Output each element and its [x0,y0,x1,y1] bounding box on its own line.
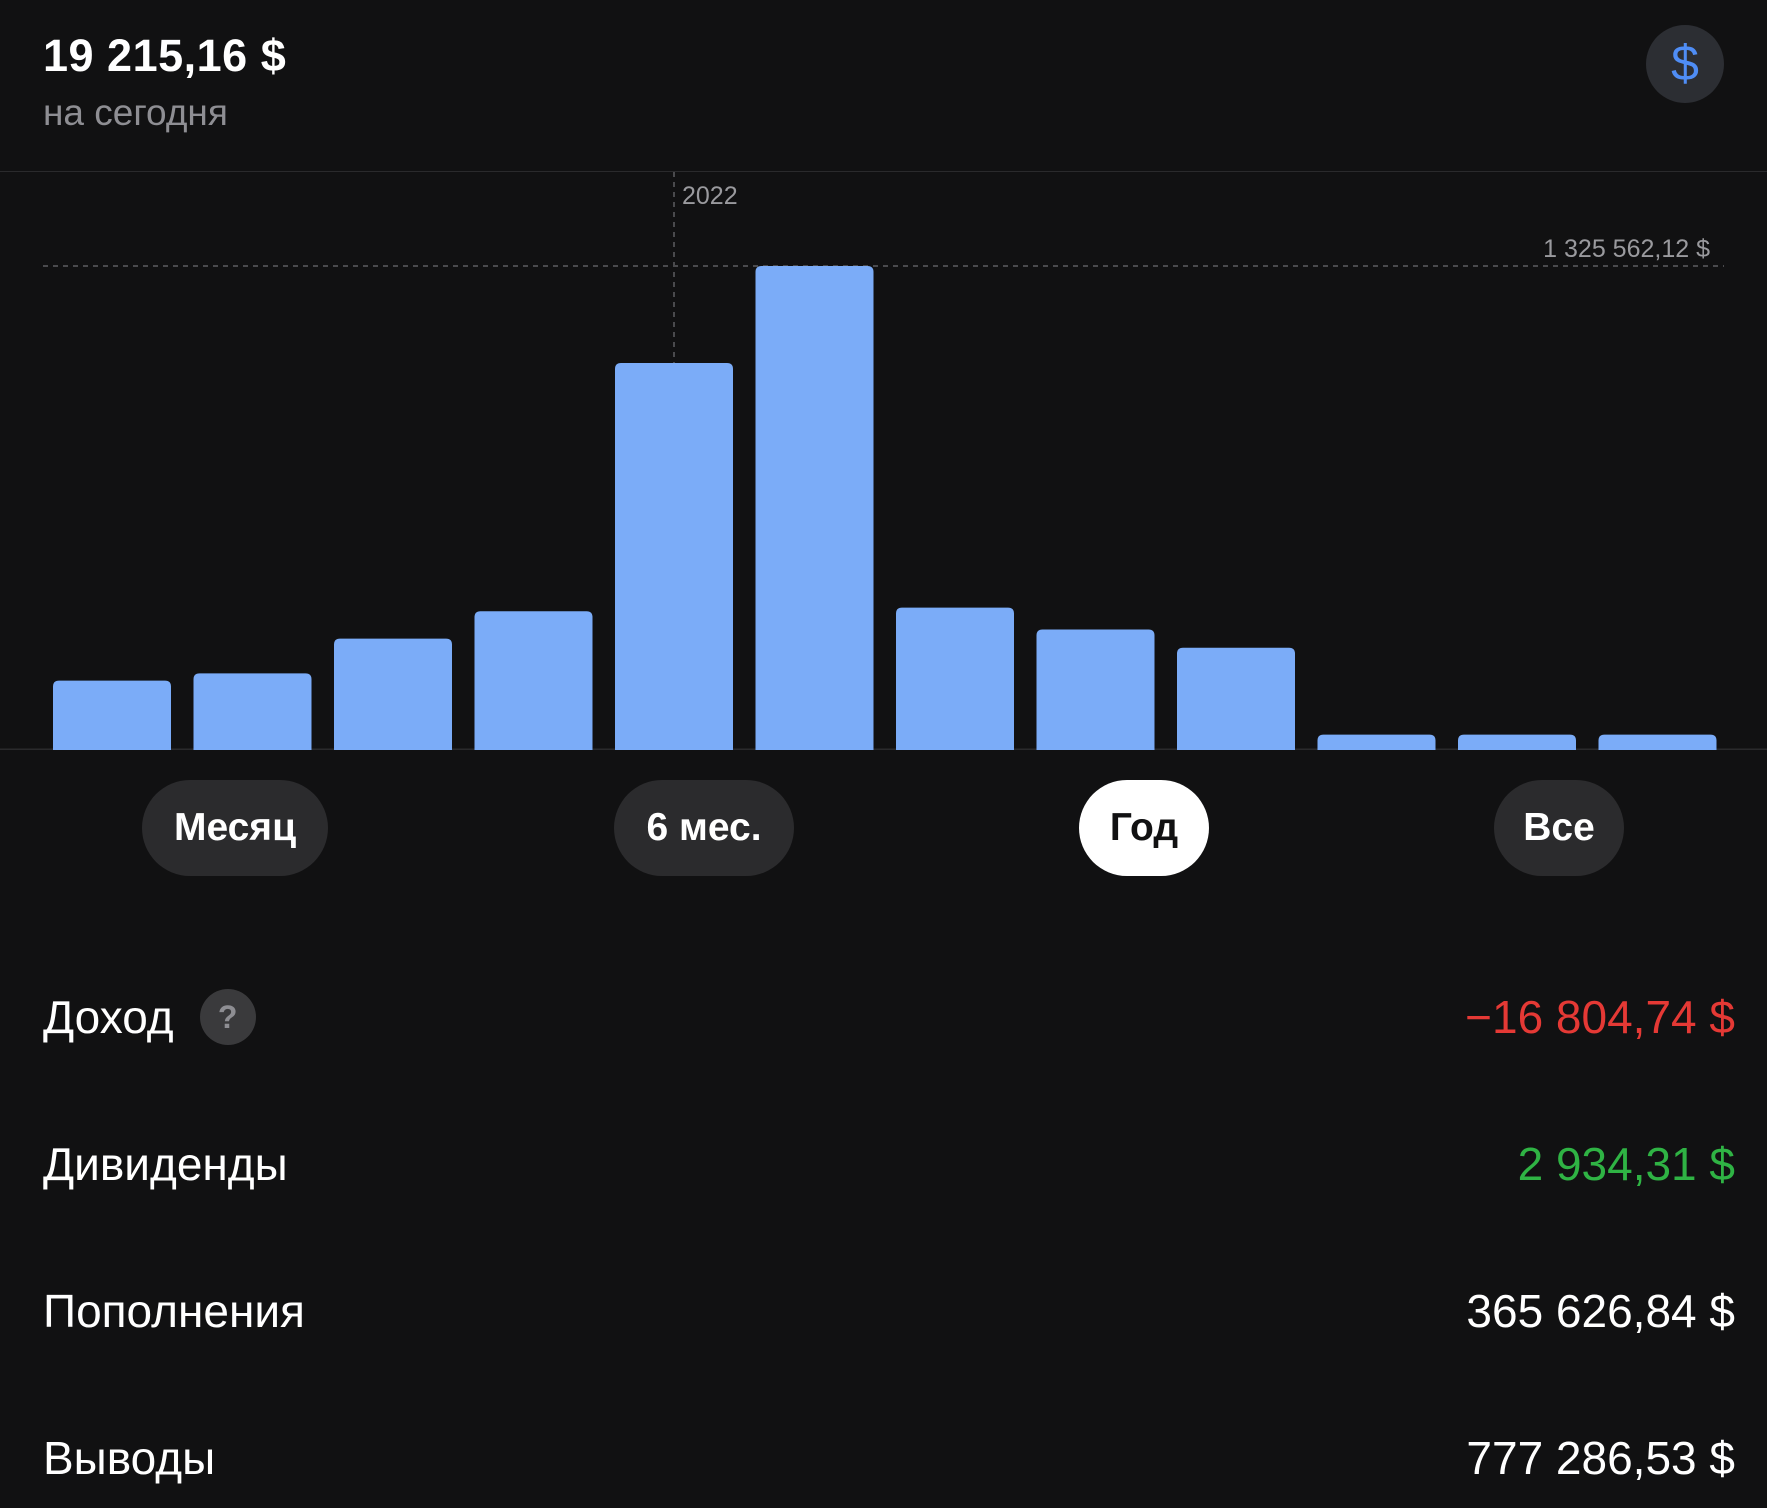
period-month-button[interactable]: Месяц [142,780,328,876]
income-value: −16 804,74 $ [1465,991,1735,1043]
chart-bar [1598,734,1717,750]
period-6-months-button[interactable]: 6 мес. [614,780,794,876]
chart-bar [755,266,874,750]
chart-bar [1458,734,1576,750]
currency-button[interactable]: $ [1646,25,1724,103]
header: 19 215,16 $ на сегодня $ [0,0,1767,172]
withdrawals-row: Выводы 777 286,53 $ [0,1408,1767,1508]
chart-bar [896,607,1014,750]
chart-bar [1036,629,1155,750]
dividends-row: Дивиденды 2 934,31 $ [0,1114,1767,1214]
chart-bar [334,638,452,750]
year-marker-label: 2022 [682,182,738,210]
chart-bar [53,680,171,750]
chart-bar [1177,647,1295,750]
income-label: Доход [43,991,174,1043]
withdrawals-label: Выводы [43,1432,216,1484]
balance-date-label: на сегодня [43,92,228,133]
period-year-button[interactable]: Год [1079,780,1209,876]
chart-bar [615,362,733,750]
deposits-label: Пополнения [43,1285,305,1337]
income-row: Доход ? −16 804,74 $ [0,967,1767,1067]
period-all-button[interactable]: Все [1494,780,1624,876]
chart-bar [193,673,312,750]
portfolio-bar-chart: 1 325 562,12 $ 2022 [0,172,1767,750]
chart-bar [474,611,593,750]
svg-text:$: $ [1671,36,1699,91]
chart-bar [1317,734,1436,750]
balance-amount: 19 215,16 $ [43,30,287,81]
chart-canvas: 1 325 562,12 $ 2022 [0,172,1767,750]
dividends-label: Дивиденды [43,1138,288,1190]
withdrawals-value: 777 286,53 $ [1466,1432,1735,1484]
question-icon[interactable]: ? [199,989,256,1045]
max-value-label: 1 325 562,12 $ [1543,235,1710,263]
deposits-value: 365 626,84 $ [1466,1285,1735,1337]
period-selector: Месяц 6 мес. Год Все [0,780,1767,880]
dividends-value: 2 934,31 $ [1517,1138,1735,1190]
dollar-icon: $ [1671,36,1699,91]
deposits-row: Пополнения 365 626,84 $ [0,1261,1767,1361]
